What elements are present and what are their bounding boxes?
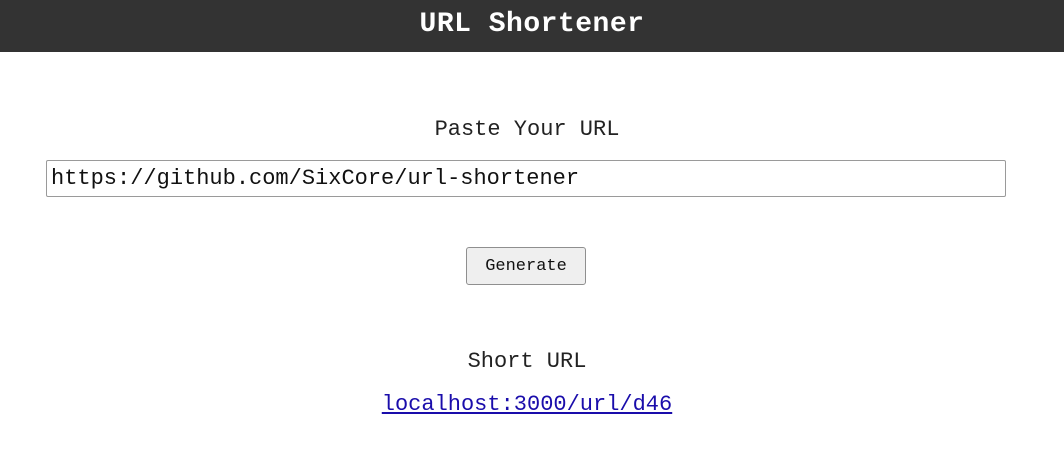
short-url-link[interactable]: localhost:3000/url/d46 <box>382 392 672 417</box>
short-url-label: Short URL <box>467 349 587 374</box>
short-url-container: localhost:3000/url/d46 <box>0 392 1054 417</box>
app-title: URL Shortener <box>419 8 645 40</box>
app-header: URL Shortener <box>0 0 1064 52</box>
generate-button[interactable]: Generate <box>466 247 586 285</box>
url-input[interactable] <box>46 160 1006 197</box>
url-input-label: Paste Your URL <box>434 117 620 142</box>
